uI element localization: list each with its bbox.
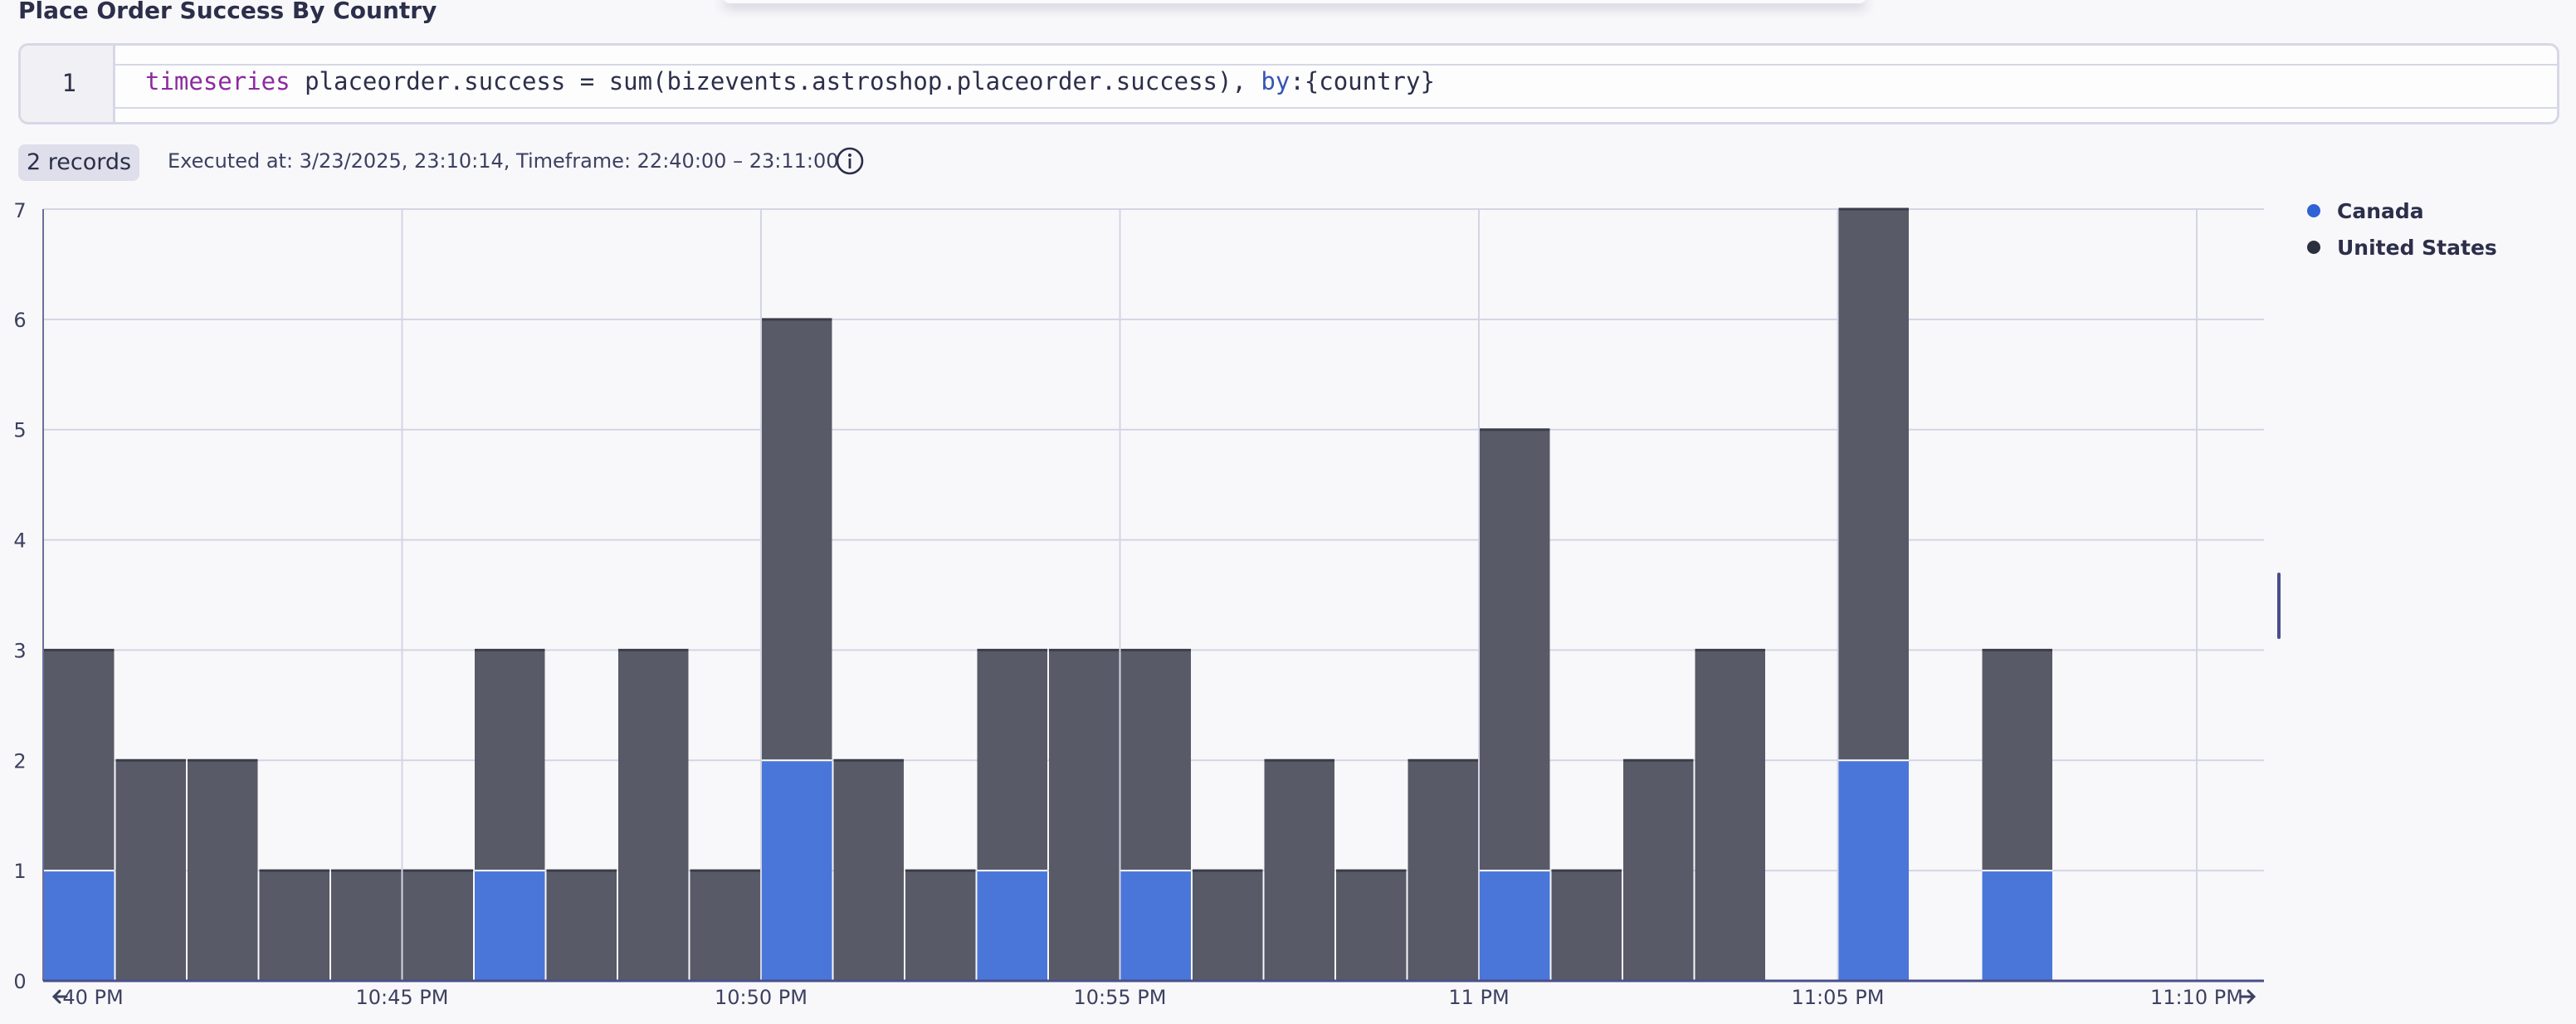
query-editor[interactable]: 1 timeseries placeorder.success = sum(bi…: [18, 43, 2559, 124]
legend-label-united-states: United States: [2337, 236, 2497, 260]
bar-united-states: [977, 650, 1047, 871]
y-tick-label: 5: [13, 419, 26, 442]
bar-united-states: [402, 870, 473, 981]
bar-united-states: [690, 870, 760, 981]
bar-united-states: [259, 870, 329, 981]
line-number: 1: [61, 69, 76, 97]
y-tick-label: 6: [13, 309, 26, 332]
bar-canada: [1838, 760, 1909, 981]
range-handle[interactable]: [2277, 573, 2281, 639]
bar-canada: [977, 870, 1047, 981]
bar-united-states: [1193, 870, 1263, 981]
bar-united-states: [1408, 760, 1478, 981]
bar-canada: [475, 870, 545, 981]
bar-united-states: [1336, 870, 1407, 981]
bar-united-states: [1264, 760, 1334, 981]
panel-title: Place Order Success By Country: [18, 0, 437, 24]
bar-united-states: [1695, 650, 1765, 981]
code-by-keyword: by: [1261, 67, 1290, 95]
bar-united-states: [1623, 760, 1694, 981]
legend-item-canada[interactable]: Canada: [2307, 199, 2424, 223]
bar-united-states: [188, 760, 258, 981]
bar-united-states: [475, 650, 545, 871]
code-by-clause: :{country}: [1290, 67, 1435, 95]
line-number-gutter: 1: [21, 46, 115, 122]
bar-united-states: [546, 870, 617, 981]
bar-canada: [1120, 870, 1191, 981]
y-tick-label: 4: [13, 529, 26, 553]
bar-united-states: [115, 760, 186, 981]
legend-item-united-states[interactable]: United States: [2307, 236, 2497, 260]
x-tick-label: 10:50 PM: [715, 986, 807, 1009]
bar-united-states: [1551, 870, 1622, 981]
y-tick-label: 3: [13, 639, 26, 662]
bar-united-states: [1480, 429, 1550, 871]
records-badge: 2 records: [18, 144, 140, 181]
x-tick-label: 11:05 PM: [1792, 986, 1885, 1009]
bar-united-states: [44, 650, 115, 871]
x-tick-label: 10:55 PM: [1074, 986, 1167, 1009]
query-code-line[interactable]: timeseries placeorder.success = sum(bize…: [145, 67, 1435, 95]
legend-label-canada: Canada: [2337, 199, 2424, 223]
code-keyword: timeseries: [145, 67, 290, 95]
bar-united-states: [1120, 650, 1191, 871]
x-tick-label: 11 PM: [1448, 986, 1509, 1009]
legend-dot-canada: [2307, 204, 2320, 217]
bar-united-states: [618, 650, 689, 981]
execution-info: Executed at: 3/23/2025, 23:10:14, Timefr…: [168, 149, 839, 173]
code-expression: placeorder.success = sum(bizevents.astro…: [290, 67, 1261, 95]
y-tick-label: 7: [13, 199, 26, 222]
bar-canada: [1480, 870, 1550, 981]
bar-united-states: [1838, 209, 1909, 761]
bar-united-states: [833, 760, 904, 981]
stacked-bar-chart: 0 1 2 3 4 5 6 7 40 PM 10:45 PM 10:50 PM 10:55 PM 11 …: [13, 199, 2264, 1009]
y-tick-label: 1: [13, 860, 26, 883]
bar-canada: [1982, 870, 2052, 981]
overlay-panel-edge: [722, 0, 1867, 3]
info-icon[interactable]: [835, 146, 865, 176]
bar-united-states: [905, 870, 976, 981]
bar-canada: [44, 870, 115, 981]
legend-dot-united-states: [2307, 241, 2320, 254]
x-tick-label: 11:10 PM: [2150, 986, 2243, 1009]
bar-united-states: [331, 870, 402, 981]
y-tick-label: 2: [13, 749, 26, 773]
bar-canada: [762, 760, 832, 981]
x-tick-label: 40 PM: [62, 986, 123, 1009]
x-tick-label: 10:45 PM: [356, 986, 449, 1009]
bar-united-states: [1049, 650, 1120, 981]
bar-united-states: [762, 319, 832, 761]
y-tick-label: 0: [13, 970, 26, 993]
bar-united-states: [1982, 650, 2052, 871]
